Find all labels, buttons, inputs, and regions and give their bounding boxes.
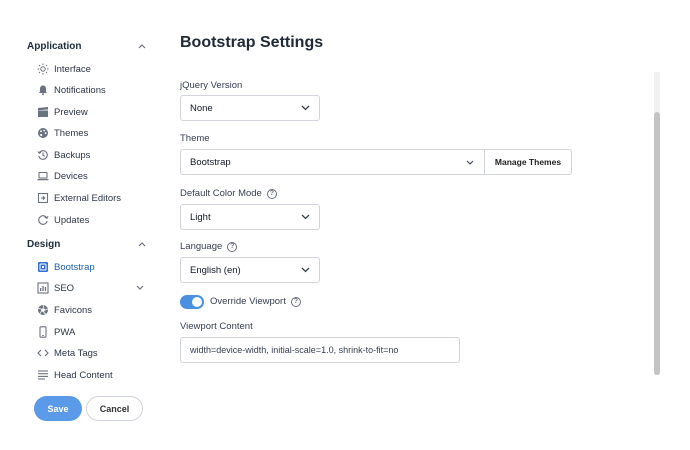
language-select[interactable]: English (en) [180,257,320,283]
palette-icon [37,127,49,139]
sidebar-item-label: Head Content [54,369,113,381]
sidebar-item-interface[interactable]: Interface [37,60,152,78]
cancel-button[interactable]: Cancel [86,396,143,421]
sidebar-item-label: External Editors [54,192,122,204]
help-icon[interactable]: ? [290,296,301,307]
sidebar-item-label: Backups [54,149,91,161]
theme-label: Theme [180,133,210,144]
toggle-knob [192,297,202,307]
chevron-down-icon [465,157,475,167]
help-icon[interactable]: ? [266,188,277,199]
help-icon[interactable]: ? [227,241,238,252]
label-text: Default Color Mode [180,188,262,199]
theme-select[interactable]: Bootstrap [180,149,485,175]
chevron-up-icon [137,239,147,249]
chart-icon [37,282,49,294]
label-text: Language [180,241,223,252]
sidebar-item-label: Updates [54,214,90,226]
chevron-down-icon [300,103,310,113]
section-label: Design [27,238,61,250]
chevron-up-icon [137,41,147,51]
select-value: None [190,102,213,114]
sidebar-item-label: Preview [54,106,88,118]
chevron-down-icon[interactable] [135,283,145,293]
viewport-content-label: Viewport Content [180,321,253,332]
lines-icon [37,369,49,381]
label-text: Override Viewport [210,296,286,307]
jquery-version-label: jQuery Version [180,80,242,91]
label-text: jQuery Version [180,80,243,91]
page-title: Bootstrap Settings [180,34,324,51]
phone-icon [37,326,49,338]
label-text: Viewport Content [180,321,253,332]
external-editor-icon [37,192,49,204]
sidebar-item-bootstrap[interactable]: Bootstrap [37,258,152,276]
select-value: English (en) [190,264,241,276]
sidebar-item-devices[interactable]: Devices [37,167,152,185]
viewport-content-input[interactable] [180,337,460,363]
sidebar-item-pwa[interactable]: PWA [37,323,152,341]
clapperboard-icon [37,106,49,118]
sidebar-item-label: PWA [54,326,76,338]
sidebar-item-label: SEO [54,282,75,294]
sidebar-item-head-content[interactable]: Head Content [37,366,152,384]
chevron-down-icon [300,212,310,222]
sidebar-item-label: Meta Tags [54,347,98,359]
jquery-version-select[interactable]: None [180,95,320,121]
sidebar-item-updates[interactable]: Updates [37,211,152,229]
manage-themes-button[interactable]: Manage Themes [484,149,572,175]
code-icon [37,347,49,359]
section-design-header[interactable]: Design [27,236,147,252]
sidebar-item-label: Themes [54,127,89,139]
select-value: Light [190,211,211,223]
sidebar-item-label: Devices [54,170,88,182]
sidebar-item-label: Interface [54,63,91,75]
color-mode-label: Default Color Mode ? [180,188,277,199]
bell-icon [37,84,49,96]
bootstrap-icon [37,261,49,273]
aperture-icon [37,304,49,316]
sidebar-item-label: Bootstrap [54,261,95,273]
language-label: Language ? [180,241,238,252]
chevron-down-icon [300,265,310,275]
section-application-header[interactable]: Application [27,38,147,54]
sidebar-item-favicons[interactable]: Favicons [37,301,152,319]
save-button[interactable]: Save [34,396,82,421]
history-icon [37,149,49,161]
sidebar-item-meta-tags[interactable]: Meta Tags [37,344,152,362]
section-label: Application [27,40,82,52]
override-viewport-label: Override Viewport ? [210,296,301,307]
sidebar-item-label: Notifications [54,84,106,96]
scrollbar-thumb[interactable] [654,112,660,375]
label-text: Theme [180,133,210,144]
select-value: Bootstrap [190,156,231,168]
sidebar-item-external-editors[interactable]: External Editors [37,189,152,207]
sidebar-item-backups[interactable]: Backups [37,146,152,164]
sidebar-item-label: Favicons [54,304,93,316]
sidebar: Application Interface Notifications Prev… [0,0,160,450]
sun-icon [37,63,49,75]
color-mode-select[interactable]: Light [180,204,320,230]
sidebar-item-notifications[interactable]: Notifications [37,81,152,99]
override-viewport-toggle[interactable] [180,295,204,309]
refresh-icon [37,214,49,226]
sidebar-item-preview[interactable]: Preview [37,103,152,121]
laptop-icon [37,170,49,182]
sidebar-item-themes[interactable]: Themes [37,124,152,142]
